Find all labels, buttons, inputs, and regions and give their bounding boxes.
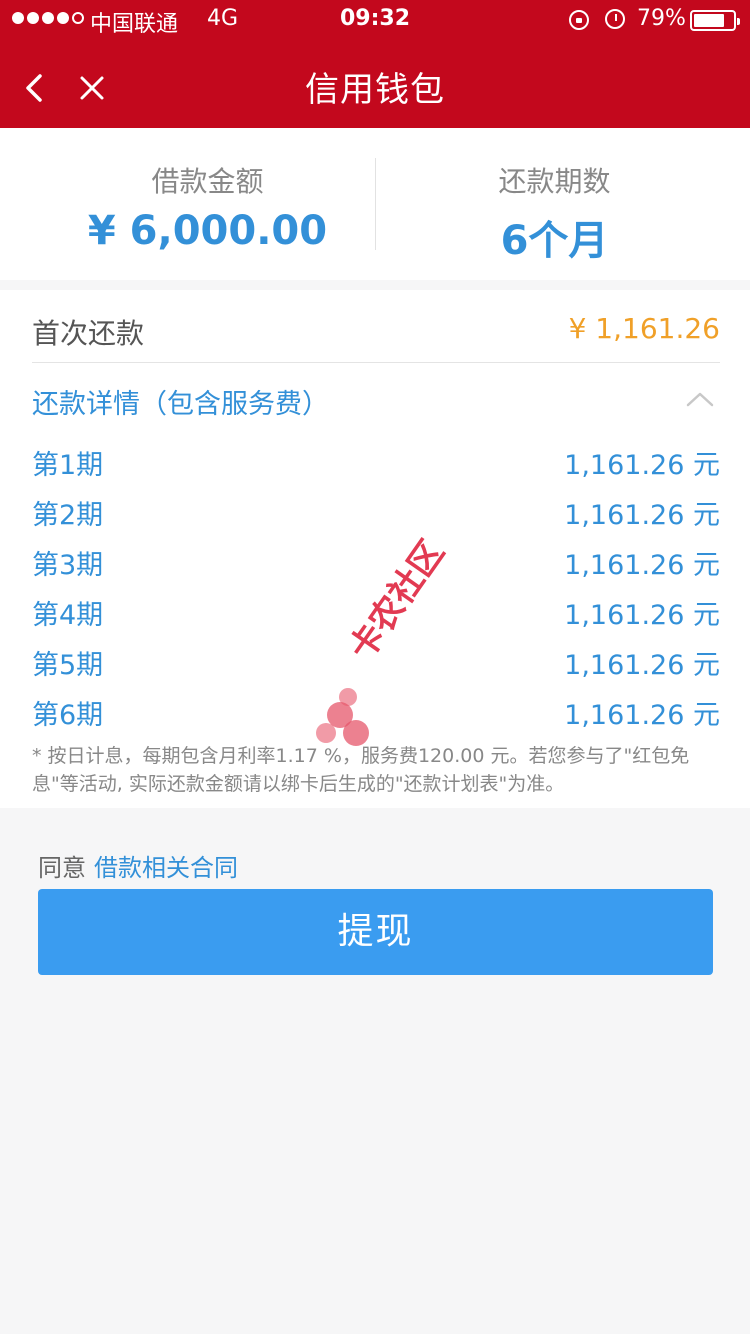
list-item: 第1期 1,161.26 元 xyxy=(32,443,720,487)
first-payment-value: ¥ 1,161.26 xyxy=(568,312,720,345)
loan-term-value: 6个月 xyxy=(500,218,609,264)
loan-term-label: 还款期数 xyxy=(498,165,611,198)
period-label: 第4期 xyxy=(32,600,104,631)
battery-percentage: 79% xyxy=(637,6,686,31)
list-item: 第2期 1,161.26 元 xyxy=(32,493,720,537)
loan-contract-link[interactable]: 借款相关合同 xyxy=(94,854,238,882)
loan-amount-block: 借款金额 ¥ 6,000.00 xyxy=(20,160,395,254)
agreement-prefix: 同意 xyxy=(38,854,86,882)
status-time: 09:32 xyxy=(340,6,411,31)
loan-summary: 借款金额 ¥ 6,000.00 还款期数 6个月 xyxy=(0,128,750,280)
repayment-details-toggle[interactable]: 还款详情（包含服务费） xyxy=(32,382,329,421)
withdraw-button[interactable]: 提现 xyxy=(38,889,713,975)
period-amount: 1,161.26 元 xyxy=(564,650,720,681)
period-amount: 1,161.26 元 xyxy=(564,550,720,581)
period-amount: 1,161.26 元 xyxy=(564,600,720,631)
page-title: 信用钱包 xyxy=(305,70,445,110)
period-label: 第2期 xyxy=(32,500,104,531)
rotation-lock-icon xyxy=(569,10,589,30)
carrier-name: 中国联通 xyxy=(90,12,179,37)
period-label: 第5期 xyxy=(32,650,104,681)
network-type: 4G xyxy=(207,6,239,31)
period-label: 第6期 xyxy=(32,700,104,731)
period-amount: 1,161.26 元 xyxy=(564,450,720,481)
status-bar: 中国联通 4G 09:32 79% xyxy=(0,0,750,40)
loan-amount-label: 借款金额 xyxy=(151,165,264,198)
agreement-line: 同意 借款相关合同 xyxy=(38,848,238,883)
interest-note: * 按日计息，每期包含月利率1.17 %，服务费120.00 元。若您参与了"红… xyxy=(32,745,690,795)
period-amount: 1,161.26 元 xyxy=(564,700,720,731)
first-payment-row: 首次还款 ¥ 1,161.26 xyxy=(32,304,720,363)
period-amount: 1,161.26 元 xyxy=(564,500,720,531)
battery-icon xyxy=(690,10,740,31)
alarm-icon xyxy=(605,9,625,29)
first-payment-label: 首次还款 xyxy=(32,317,145,350)
period-label: 第1期 xyxy=(32,450,104,481)
app-header: 中国联通 4G 09:32 79% 信用钱包 xyxy=(0,0,750,128)
signal-strength-icon xyxy=(12,9,84,24)
chevron-up-icon[interactable] xyxy=(685,390,715,408)
period-label: 第3期 xyxy=(32,550,104,581)
loan-amount-value: ¥ 6,000.00 xyxy=(87,208,328,254)
loan-term-block: 还款期数 6个月 xyxy=(367,160,742,266)
